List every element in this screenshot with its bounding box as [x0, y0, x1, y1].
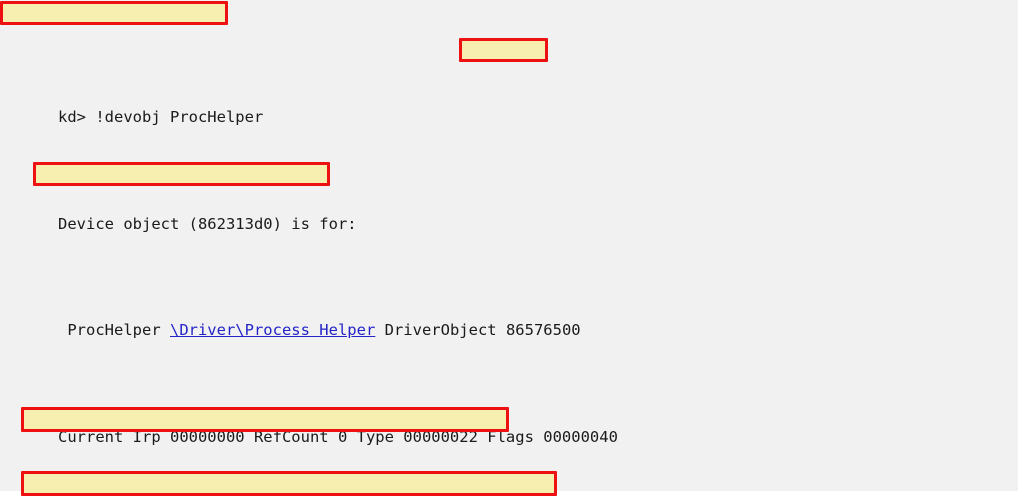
driver-object-label: DriverObject: [375, 321, 506, 340]
windbg-console-screenshot: kd> !devobj ProcHelper Device object (86…: [0, 0, 1018, 503]
console-line-prochelper-driver: ProcHelper \Driver\Process Helper Driver…: [0, 299, 1018, 339]
device-object-header-text: Device object (862313d0) is for:: [58, 214, 357, 233]
console-output[interactable]: kd> !devobj ProcHelper Device object (86…: [0, 0, 1018, 503]
console-line-device-object-header: Device object (862313d0) is for:: [0, 193, 1018, 233]
driver-object-pointer[interactable]: 86576500: [506, 321, 581, 339]
current-irp-text: Current Irp 00000000 RefCount 0 Type 000…: [58, 427, 618, 446]
driver-name-link[interactable]: \Driver\Process Helper: [170, 321, 375, 339]
devobj-command-text: kd> !devobj ProcHelper: [58, 108, 264, 127]
console-line-current-irp: Current Irp 00000000 RefCount 0 Type 000…: [0, 406, 1018, 446]
prochelper-prefix: ProcHelper: [58, 321, 170, 340]
console-line-devobj-command[interactable]: kd> !devobj ProcHelper: [0, 86, 1018, 126]
